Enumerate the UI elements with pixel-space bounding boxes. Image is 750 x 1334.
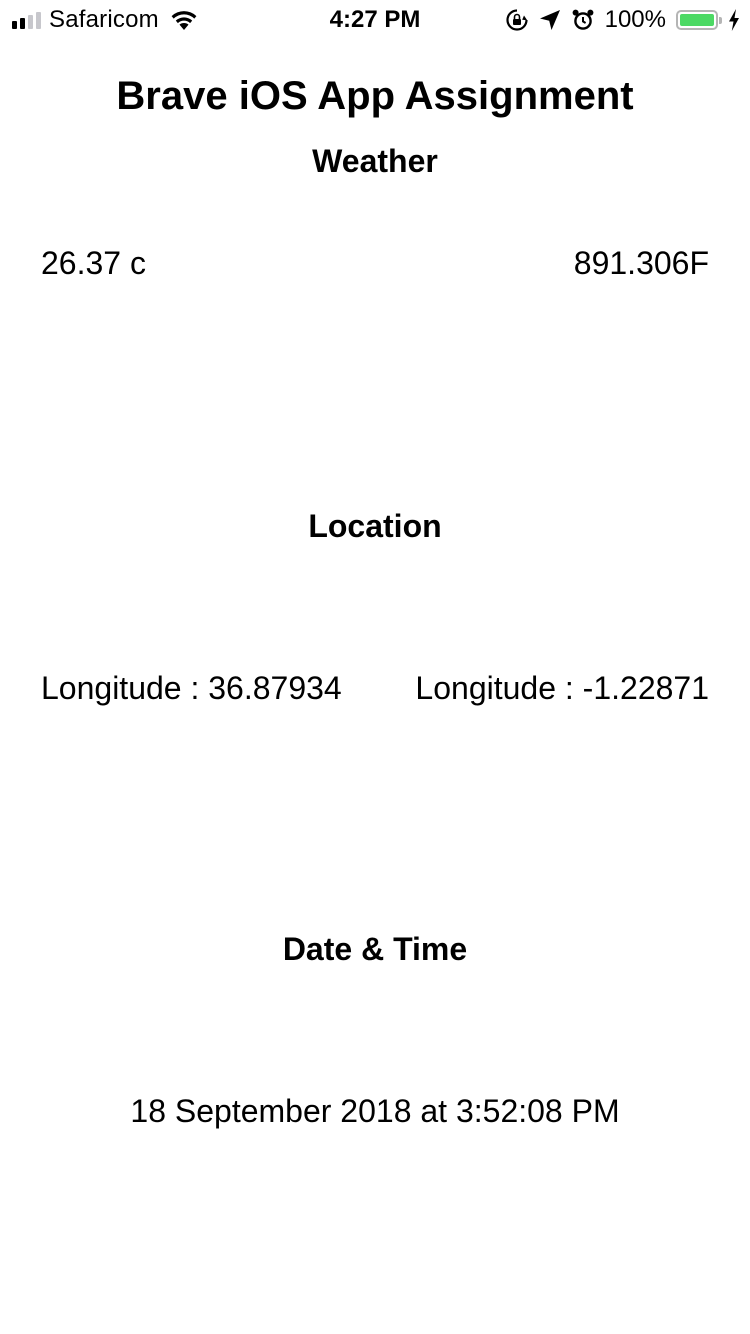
celsius-value: 26.37 c (41, 245, 146, 281)
fahrenheit-value: 891.306F (573, 245, 709, 281)
battery-fill (680, 14, 714, 26)
alarm-icon (572, 9, 594, 30)
status-bar: Safaricom 4:27 PM 100% (0, 0, 750, 40)
datetime-heading: Date & Time (282, 931, 468, 967)
status-right: 100% (505, 6, 740, 34)
battery-cap (719, 17, 722, 24)
latitude-value: Longitude : -1.22871 (415, 670, 709, 706)
orientation-lock-icon (506, 9, 528, 31)
datetime-value: 18 September 2018 at 3:52:08 PM (130, 1093, 620, 1129)
battery-icon (676, 10, 722, 30)
battery-percentage: 100% (604, 6, 666, 33)
longitude-value: Longitude : 36.87934 (41, 670, 342, 706)
page-title: Brave iOS App Assignment (116, 74, 634, 118)
charging-bolt-icon (729, 9, 739, 31)
location-arrow-icon (539, 10, 560, 30)
location-heading: Location (308, 508, 442, 544)
weather-heading: Weather (312, 143, 438, 179)
